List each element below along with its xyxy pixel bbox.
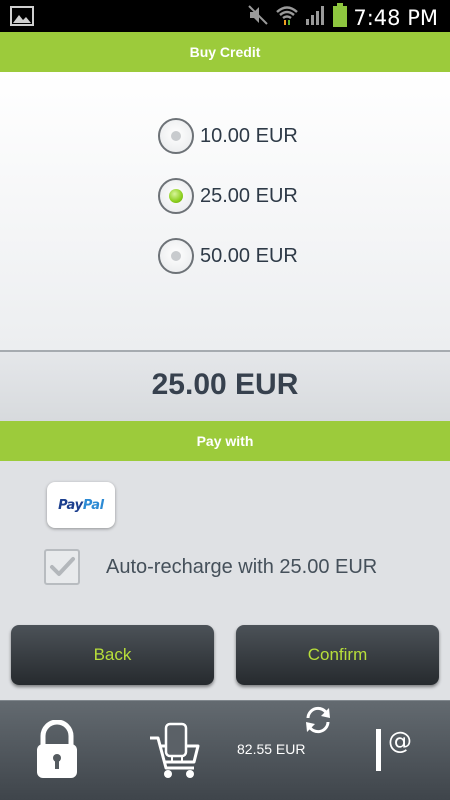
contact-at-icon[interactable]: @ xyxy=(374,727,416,780)
paypal-logo: PayPal xyxy=(58,497,104,513)
option-label: 10.00 EUR xyxy=(200,124,298,147)
paypal-method-button[interactable]: PayPal xyxy=(47,482,115,528)
buy-credit-header: Buy Credit xyxy=(0,32,450,72)
account-balance: 82.55 EUR xyxy=(237,741,306,757)
confirm-button[interactable]: Confirm xyxy=(236,625,439,685)
gallery-notification-icon xyxy=(10,6,34,31)
confirm-button-label: Confirm xyxy=(307,645,368,664)
auto-recharge-checkbox[interactable] xyxy=(44,549,80,585)
pay-with-header: Pay with xyxy=(0,421,450,461)
wifi-icon xyxy=(275,4,299,31)
status-time: 7:48 PM xyxy=(353,5,438,30)
option-25-eur[interactable]: 25.00 EUR xyxy=(158,178,298,214)
radio-button[interactable] xyxy=(158,238,194,274)
battery-icon xyxy=(333,3,348,32)
selected-total: 25.00 EUR xyxy=(151,368,299,401)
auto-recharge-label: Auto-recharge with 25.00 EUR xyxy=(106,556,378,578)
back-button[interactable]: Back xyxy=(11,625,214,685)
radio-button-selected[interactable] xyxy=(158,178,194,214)
option-10-eur[interactable]: 10.00 EUR xyxy=(158,118,298,154)
checkmark-icon xyxy=(50,557,75,576)
option-label: 50.00 EUR xyxy=(200,244,298,267)
shopping-cart-icon[interactable] xyxy=(148,720,202,785)
radio-button[interactable] xyxy=(158,118,194,154)
mute-icon xyxy=(247,4,269,31)
status-bar: 7:48 PM xyxy=(0,0,450,32)
lock-icon[interactable] xyxy=(35,719,79,785)
signal-icon xyxy=(305,4,327,31)
back-button-label: Back xyxy=(93,645,132,664)
refresh-icon[interactable] xyxy=(302,704,334,741)
svg-text:@: @ xyxy=(388,727,412,755)
option-50-eur[interactable]: 50.00 EUR xyxy=(158,238,298,274)
option-label: 25.00 EUR xyxy=(200,184,298,207)
